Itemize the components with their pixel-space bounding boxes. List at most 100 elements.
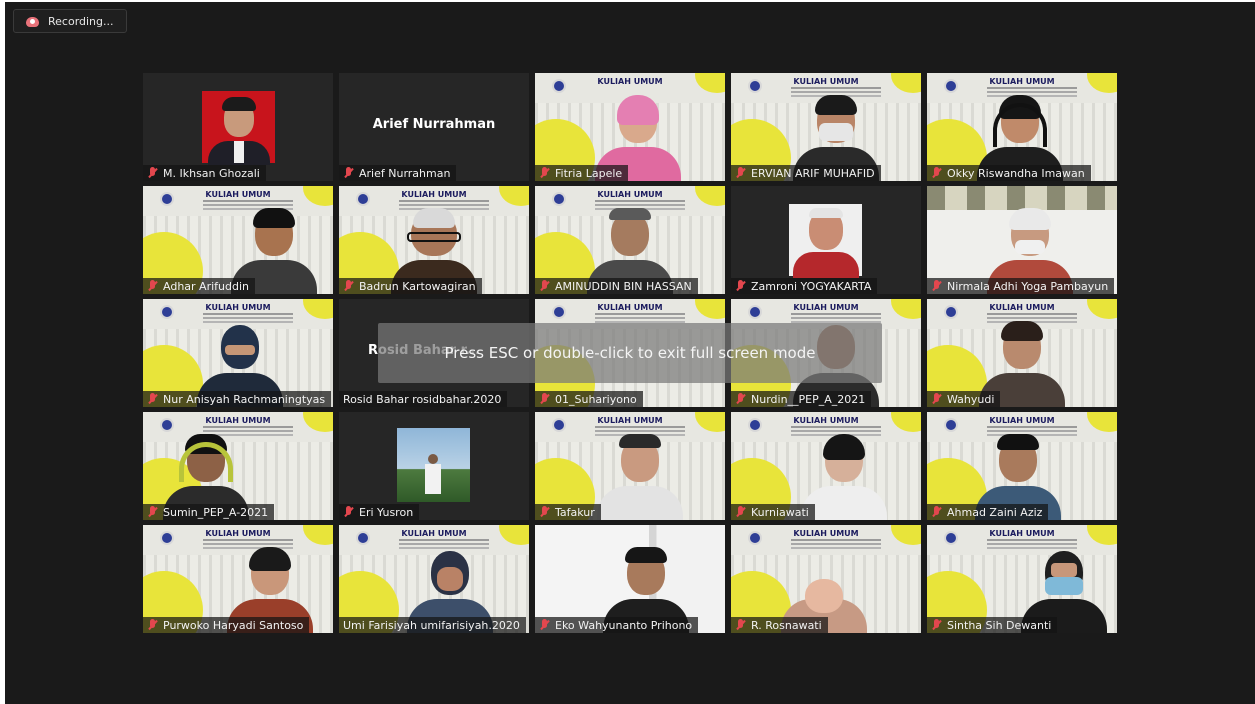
participant-name-tag: Umi Farisiyah umifarisiyah.2020 — [339, 617, 526, 633]
slide-title: KULIAH UMUM — [793, 416, 859, 425]
slide-title: KULIAH UMUM — [205, 416, 271, 425]
participant-name-tag: ERVIAN ARIF MUHAFID — [731, 165, 881, 181]
participant-name-tag: Rosid Bahar rosidbahar.2020 — [339, 391, 508, 407]
participant-name: Fitria Lapele — [555, 166, 623, 180]
participant-tile[interactable]: KULIAH UMUM Okky Riswandha Imawan — [927, 73, 1117, 181]
participant-tile[interactable]: KULIAH UMUM AMINUDDIN BIN HASSAN — [535, 186, 725, 294]
fullscreen-exit-notice: Press ESC or double-click to exit full s… — [378, 323, 882, 383]
participant-name-tag: Arief Nurrahman — [339, 165, 457, 181]
participant-tile-active-speaker[interactable]: KULIAH UMUM Umi Farisiyah umifarisiyah.2… — [339, 525, 529, 633]
muted-mic-icon — [146, 392, 160, 406]
participant-tile[interactable]: Zamroni YOGYAKARTA — [731, 186, 921, 294]
participant-tile[interactable]: KULIAH UMUM Kurniawati — [731, 412, 921, 520]
participant-name-tag: Badrun Kartowagiran — [339, 278, 482, 294]
participant-tile[interactable]: Eri Yusron — [339, 412, 529, 520]
muted-mic-icon — [538, 279, 552, 293]
participant-name-tag: M. Ikhsan Ghozali — [143, 165, 266, 181]
muted-mic-icon — [734, 392, 748, 406]
participant-name: Eko Wahyunanto Prihono — [555, 618, 693, 632]
participant-name-tag: Eko Wahyunanto Prihono — [535, 617, 699, 633]
recording-indicator[interactable]: Recording... — [13, 9, 127, 33]
muted-mic-icon — [734, 618, 748, 632]
participant-tile[interactable]: KULIAH UMUM Badrun Kartowagiran — [339, 186, 529, 294]
slide-title: KULIAH UMUM — [597, 416, 663, 425]
muted-mic-icon — [146, 166, 160, 180]
participant-name-tag: Adhar Arifuddin — [143, 278, 255, 294]
muted-mic-icon — [342, 166, 356, 180]
profile-photo — [789, 204, 862, 278]
slide-title: KULIAH UMUM — [989, 416, 1055, 425]
muted-mic-icon — [930, 505, 944, 519]
participant-name-tag: Ahmad Zaini Aziz — [927, 504, 1049, 520]
slide-title: KULIAH UMUM — [401, 190, 467, 199]
slide-title: KULIAH UMUM — [989, 77, 1055, 86]
slide-title: KULIAH UMUM — [205, 303, 271, 312]
participant-tile[interactable]: KULIAH UMUM Sintha Sih Dewanti — [927, 525, 1117, 633]
participant-tile[interactable]: KULIAH UMUM Adhar Arifuddin — [143, 186, 333, 294]
participant-tile[interactable]: KULIAH UMUM Sumin_PEP_A-2021 — [143, 412, 333, 520]
participant-name: Adhar Arifuddin — [163, 279, 249, 293]
participant-name: R. Rosnawati — [751, 618, 822, 632]
participant-name-tag: Fitria Lapele — [535, 165, 629, 181]
participant-name-tag: Okky Riswandha Imawan — [927, 165, 1091, 181]
participant-name: Zamroni YOGYAKARTA — [751, 279, 872, 293]
participant-name-tag: R. Rosnawati — [731, 617, 828, 633]
participant-name: ERVIAN ARIF MUHAFID — [751, 166, 875, 180]
participant-tile[interactable]: KULIAH UMUM ERVIAN ARIF MUHAFID — [731, 73, 921, 181]
participant-name: Rosid Bahar rosidbahar.2020 — [343, 392, 502, 406]
cloud-record-icon — [26, 16, 39, 27]
participant-tile[interactable]: M. Ikhsan Ghozali — [143, 73, 333, 181]
participant-name-tag: Sumin_PEP_A-2021 — [143, 504, 275, 520]
muted-mic-icon — [734, 166, 748, 180]
slide-title: KULIAH UMUM — [597, 77, 663, 86]
muted-mic-icon — [146, 505, 160, 519]
participant-name-tag: Sintha Sih Dewanti — [927, 617, 1058, 633]
participant-tile[interactable]: KULIAH UMUM Tafakur — [535, 412, 725, 520]
participant-name: Sintha Sih Dewanti — [947, 618, 1052, 632]
participant-video — [595, 432, 685, 520]
participant-name: AMINUDDIN BIN HASSAN — [555, 279, 692, 293]
participant-tile[interactable]: KULIAH UMUM Purwoko Haryadi Santoso — [143, 525, 333, 633]
participant-tile[interactable]: Eko Wahyunanto Prihono — [535, 525, 725, 633]
muted-mic-icon — [930, 166, 944, 180]
muted-mic-icon — [538, 618, 552, 632]
participant-display-name: Arief Nurrahman — [372, 117, 496, 132]
muted-mic-icon — [734, 279, 748, 293]
profile-photo — [202, 91, 275, 165]
slide-title: KULIAH UMUM — [793, 303, 859, 312]
muted-mic-icon — [342, 279, 356, 293]
participant-tile[interactable]: KULIAH UMUM Nur Anisyah Rachmaningtyas — [143, 299, 333, 407]
participant-name-tag: Nur Anisyah Rachmaningtyas — [143, 391, 332, 407]
muted-mic-icon — [146, 618, 160, 632]
participant-tile[interactable]: KULIAH UMUM Ahmad Zaini Aziz — [927, 412, 1117, 520]
participant-tile[interactable]: Nirmala Adhi Yoga Pambayun — [927, 186, 1117, 294]
participant-name: Umi Farisiyah umifarisiyah.2020 — [343, 618, 520, 632]
participant-tile[interactable]: KULIAH UMUM R. Rosnawati — [731, 525, 921, 633]
slide-title: KULIAH UMUM — [793, 77, 859, 86]
muted-mic-icon — [146, 279, 160, 293]
muted-mic-icon — [734, 505, 748, 519]
profile-photo — [397, 428, 470, 502]
participant-name-tag: Wahyudi — [927, 391, 1001, 407]
participant-tile[interactable]: Arief Nurrahman Arief Nurrahman — [339, 73, 529, 181]
slide-title: KULIAH UMUM — [597, 303, 663, 312]
muted-mic-icon — [930, 392, 944, 406]
slide-title: KULIAH UMUM — [793, 529, 859, 538]
slide-title: KULIAH UMUM — [205, 190, 271, 199]
slide-title: KULIAH UMUM — [205, 529, 271, 538]
participant-tile[interactable]: KULIAH UMUM Fitria Lapele — [535, 73, 725, 181]
muted-mic-icon — [538, 166, 552, 180]
participant-name-tag: Nurdin__PEP_A_2021 — [731, 391, 872, 407]
muted-mic-icon — [538, 505, 552, 519]
slide-title: KULIAH UMUM — [989, 303, 1055, 312]
recording-label: Recording... — [48, 14, 114, 28]
participant-name-tag: Kurniawati — [731, 504, 815, 520]
participant-name: Nur Anisyah Rachmaningtyas — [163, 392, 326, 406]
muted-mic-icon — [342, 505, 356, 519]
participant-name-tag: AMINUDDIN BIN HASSAN — [535, 278, 698, 294]
slide-title: KULIAH UMUM — [989, 529, 1055, 538]
participant-name: Nirmala Adhi Yoga Pambayun — [947, 279, 1109, 293]
participant-tile[interactable]: KULIAH UMUM Wahyudi — [927, 299, 1117, 407]
muted-mic-icon — [930, 618, 944, 632]
slide-title: KULIAH UMUM — [597, 190, 663, 199]
